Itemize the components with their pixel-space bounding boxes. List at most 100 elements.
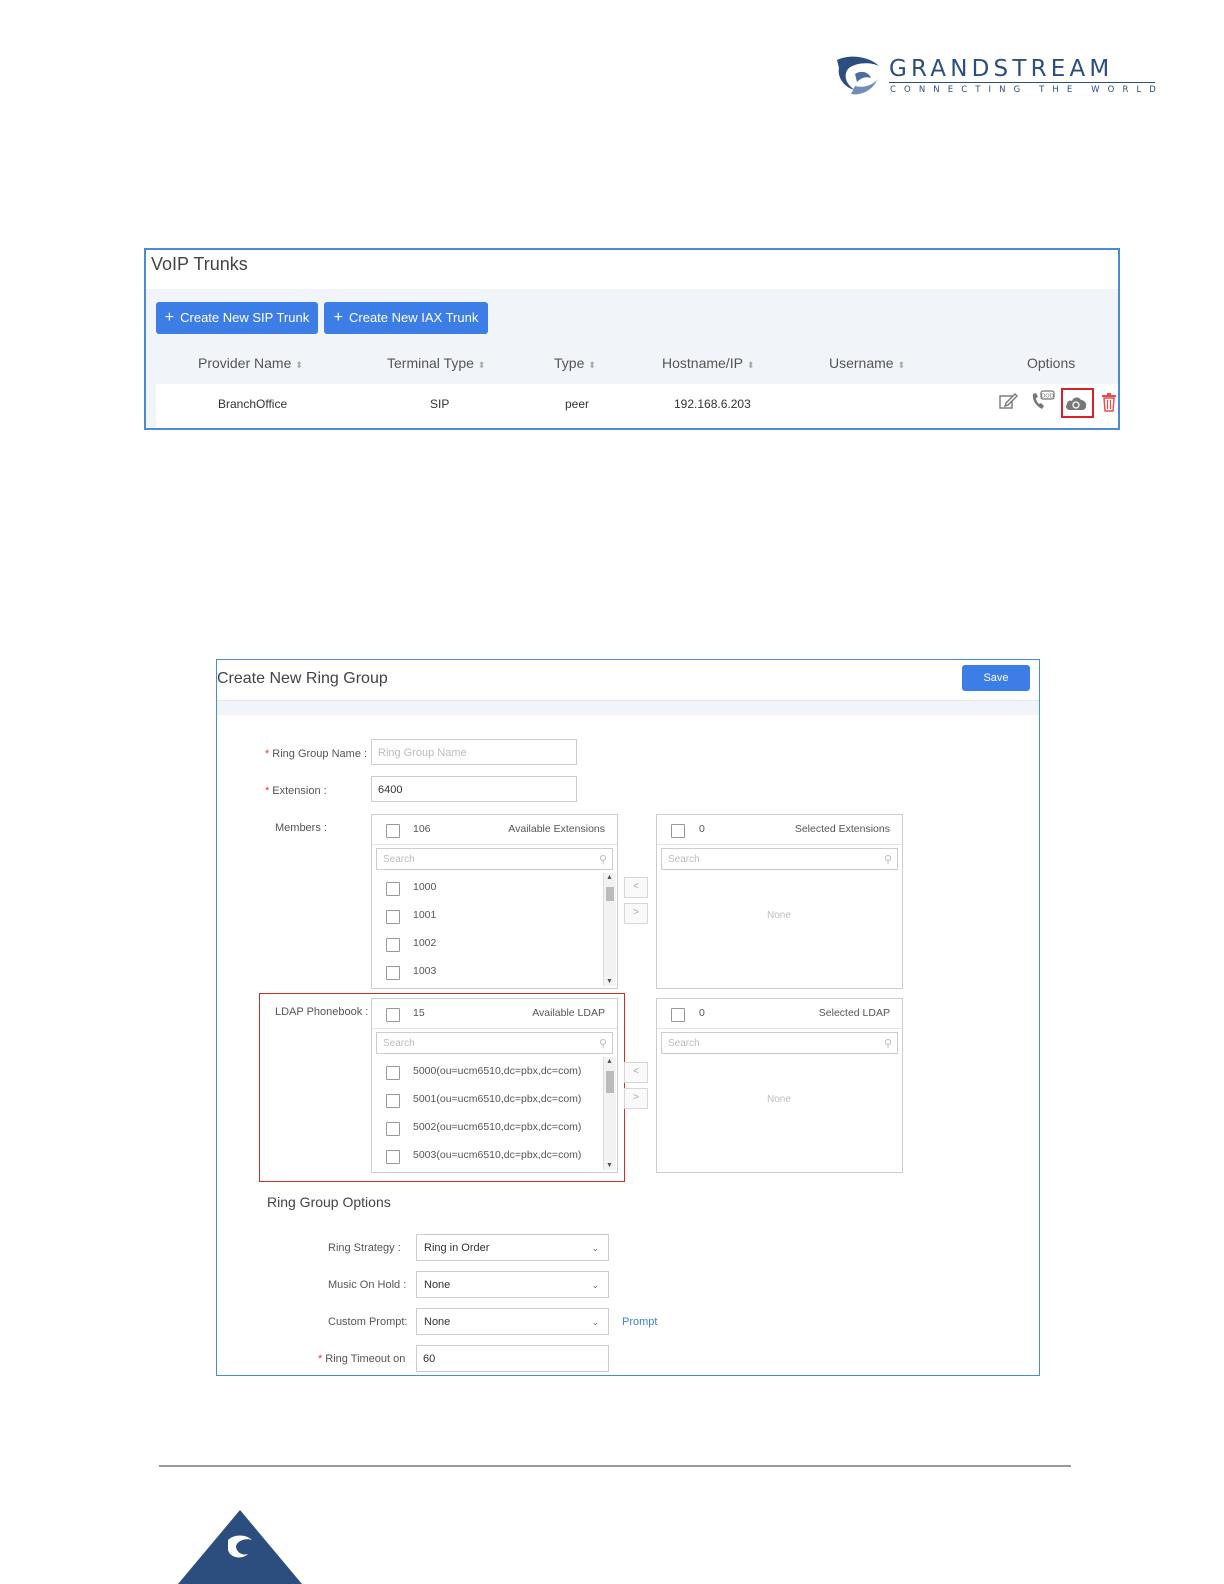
cell-terminal: SIP	[430, 397, 450, 411]
sort-icon: ⬍	[477, 360, 486, 370]
cell-type: peer	[565, 397, 590, 411]
move-right-button[interactable]: >	[624, 1088, 648, 1109]
select-all-checkbox[interactable]	[386, 824, 400, 838]
available-ldap-list: 15 Available LDAP Search ⚲ 5000(ou=ucm651…	[371, 998, 618, 1173]
item-label: 5001(ou=ucm6510,dc=pbx,dc=com)	[413, 1093, 582, 1105]
item-checkbox[interactable]	[386, 882, 400, 896]
item-checkbox[interactable]	[386, 1066, 400, 1080]
empty-state: None	[767, 1094, 791, 1105]
scroll-down-icon: ▼	[606, 1162, 613, 1169]
sort-icon: ⬍	[897, 360, 906, 370]
grandstream-swirl-icon	[837, 56, 879, 95]
col-username[interactable]: Username ⬍	[829, 355, 905, 371]
edit-icon[interactable]	[998, 391, 1018, 411]
create-iax-trunk-button[interactable]: + Create New IAX Trunk	[324, 302, 488, 334]
voip-trunks-panel: VoIP Trunks + Create New SIP Trunk + Creat…	[144, 248, 1120, 430]
ring-group-panel: Create New Ring Group Save * Ring Group N…	[216, 659, 1040, 1376]
scroll-up-icon: ▲	[606, 1058, 613, 1065]
available-extensions-list: 106 Available Extensions Search ⚲ 1000 10…	[371, 814, 618, 989]
panel-title: VoIP Trunks	[151, 254, 248, 274]
ring-timeout-input[interactable]: 60	[416, 1345, 609, 1372]
grandstream-logo: GRANDSTREAM CONNECTING THE WORLD	[835, 54, 1165, 100]
move-right-button[interactable]: >	[624, 903, 648, 924]
move-left-button[interactable]: <	[624, 877, 648, 898]
move-left-button[interactable]: <	[624, 1062, 648, 1083]
scroll-thumb[interactable]	[606, 1071, 614, 1093]
scroll-thumb[interactable]	[606, 887, 614, 901]
chevron-down-icon: ⌄	[591, 1280, 599, 1290]
col-hostname[interactable]: Hostname/IP ⬍	[662, 355, 754, 371]
scroll-down-icon: ▼	[606, 978, 613, 985]
ring-group-name-input[interactable]: Ring Group Name	[371, 739, 577, 765]
select-all-checkbox[interactable]	[671, 824, 685, 838]
extension-input[interactable]: 6400	[371, 776, 577, 802]
cell-host: 192.168.6.203	[674, 397, 751, 411]
selected-label: Selected Extensions	[794, 823, 890, 835]
col-terminal-type[interactable]: Terminal Type ⬍	[387, 355, 485, 371]
item-label: 1001	[413, 909, 437, 921]
available-count: 106	[413, 823, 431, 835]
ldap-available-count: 15	[413, 1007, 425, 1019]
available-label: Available Extensions	[508, 823, 605, 835]
ring-strategy-select[interactable]: Ring in Order ⌄	[416, 1234, 609, 1261]
trash-icon[interactable]	[1101, 392, 1117, 412]
selected-ldap-list: 0 Selected LDAP Search ⚲ None	[656, 998, 903, 1173]
col-provider-name[interactable]: Provider Name ⬍	[198, 355, 303, 371]
search-input[interactable]: Search ⚲	[376, 848, 613, 870]
create-sip-trunk-label: Create New SIP Trunk	[180, 310, 310, 325]
item-label: 1003	[413, 965, 437, 977]
search-input[interactable]: Search ⚲	[661, 848, 898, 870]
chevron-down-icon: ⌄	[591, 1243, 599, 1253]
ring-group-name-label: * Ring Group Name :	[265, 748, 368, 760]
ring-strategy-label: Ring Strategy :	[328, 1242, 401, 1254]
search-input[interactable]: Search ⚲	[661, 1032, 898, 1054]
custom-prompt-label: Custom Prompt:	[328, 1316, 408, 1328]
item-checkbox[interactable]	[386, 966, 400, 980]
logo-wordmark: GRANDSTREAM	[889, 56, 1114, 82]
item-checkbox[interactable]	[386, 938, 400, 952]
item-checkbox[interactable]	[386, 1094, 400, 1108]
sort-icon: ⬍	[746, 360, 755, 370]
item-label: 5000(ou=ucm6510,dc=pbx,dc=com)	[413, 1065, 582, 1077]
create-iax-trunk-label: Create New IAX Trunk	[349, 310, 479, 325]
col-options: Options	[1027, 355, 1076, 371]
ldap-phonebook-label: LDAP Phonebook :	[275, 1006, 369, 1018]
dod-phone-icon[interactable]: DOD	[1030, 390, 1056, 412]
panel-title: Create New Ring Group	[217, 670, 388, 687]
selected-count: 0	[699, 823, 705, 835]
header-divider	[217, 700, 1039, 715]
ldap-available-label: Available LDAP	[532, 1007, 605, 1019]
selected-extensions-list: 0 Selected Extensions Search ⚲ None	[656, 814, 903, 989]
logo-tagline: CONNECTING THE WORLD	[890, 85, 1164, 95]
create-sip-trunk-button[interactable]: + Create New SIP Trunk	[156, 302, 318, 334]
item-checkbox[interactable]	[386, 910, 400, 924]
ring-timeout-label: * Ring Timeout on	[318, 1353, 406, 1365]
search-icon: ⚲	[883, 1038, 892, 1050]
members-label: Members :	[275, 822, 327, 834]
custom-prompt-select[interactable]: None ⌄	[416, 1308, 609, 1335]
item-label: 1000	[413, 881, 437, 893]
ldap-selected-count: 0	[699, 1007, 705, 1019]
scrollbar[interactable]: ▲ ▼	[603, 873, 616, 986]
sort-icon: ⬍	[295, 360, 303, 370]
plus-icon: +	[333, 309, 343, 326]
music-on-hold-select[interactable]: None ⌄	[416, 1271, 609, 1298]
select-all-checkbox[interactable]	[386, 1008, 400, 1022]
scrollbar[interactable]: ▲ ▼	[603, 1057, 616, 1170]
scroll-up-icon: ▲	[606, 874, 613, 881]
item-checkbox[interactable]	[386, 1122, 400, 1136]
item-label: 1002	[413, 937, 437, 949]
cloud-sync-icon[interactable]	[1064, 394, 1088, 412]
search-input[interactable]: Search ⚲	[376, 1032, 613, 1054]
item-checkbox[interactable]	[386, 1150, 400, 1164]
item-label: 5002(ou=ucm6510,dc=pbx,dc=com)	[413, 1121, 582, 1133]
prompt-link[interactable]: Prompt	[622, 1316, 657, 1328]
section-title: Ring Group Options	[267, 1194, 391, 1210]
footer-logo-triangle	[178, 1510, 302, 1584]
select-all-checkbox[interactable]	[671, 1008, 685, 1022]
extension-label: * Extension :	[265, 785, 327, 797]
music-on-hold-label: Music On Hold :	[328, 1279, 407, 1291]
save-button[interactable]: Save	[962, 665, 1030, 691]
empty-state: None	[767, 910, 791, 921]
col-type[interactable]: Type ⬍	[554, 355, 596, 371]
